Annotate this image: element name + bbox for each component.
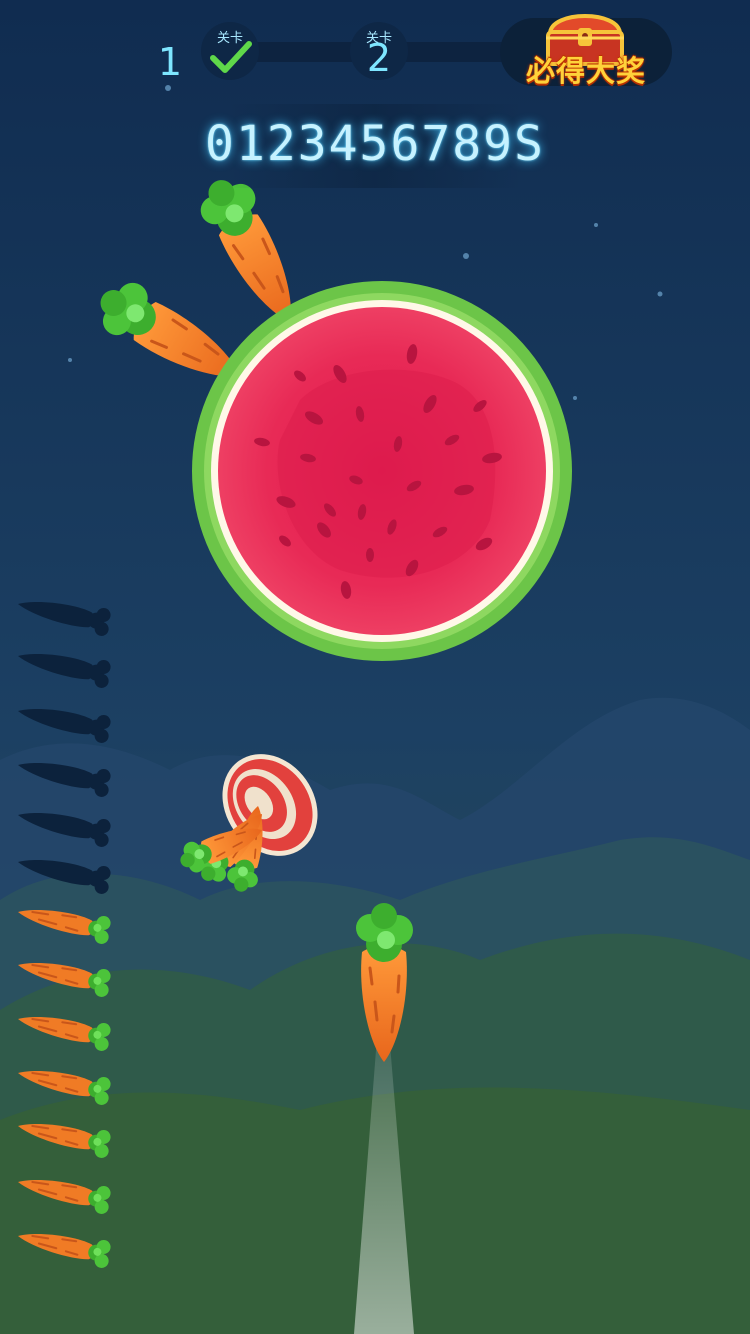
grand-prize-label: 必得大奖 <box>525 54 646 88</box>
completed-level-number: 1 <box>157 40 183 84</box>
next-level-number: 2 <box>366 36 392 80</box>
grand-prize-button[interactable]: 必得大奖 <box>500 14 672 88</box>
check-icon <box>210 41 252 73</box>
level-badge-next: 关卡 2 <box>350 22 408 80</box>
level-badge-completed: 关卡 <box>201 22 259 80</box>
game-scene[interactable] <box>0 0 750 1334</box>
watermelon-target[interactable] <box>192 281 572 661</box>
countdown-timer: 0123456789S <box>205 116 545 172</box>
